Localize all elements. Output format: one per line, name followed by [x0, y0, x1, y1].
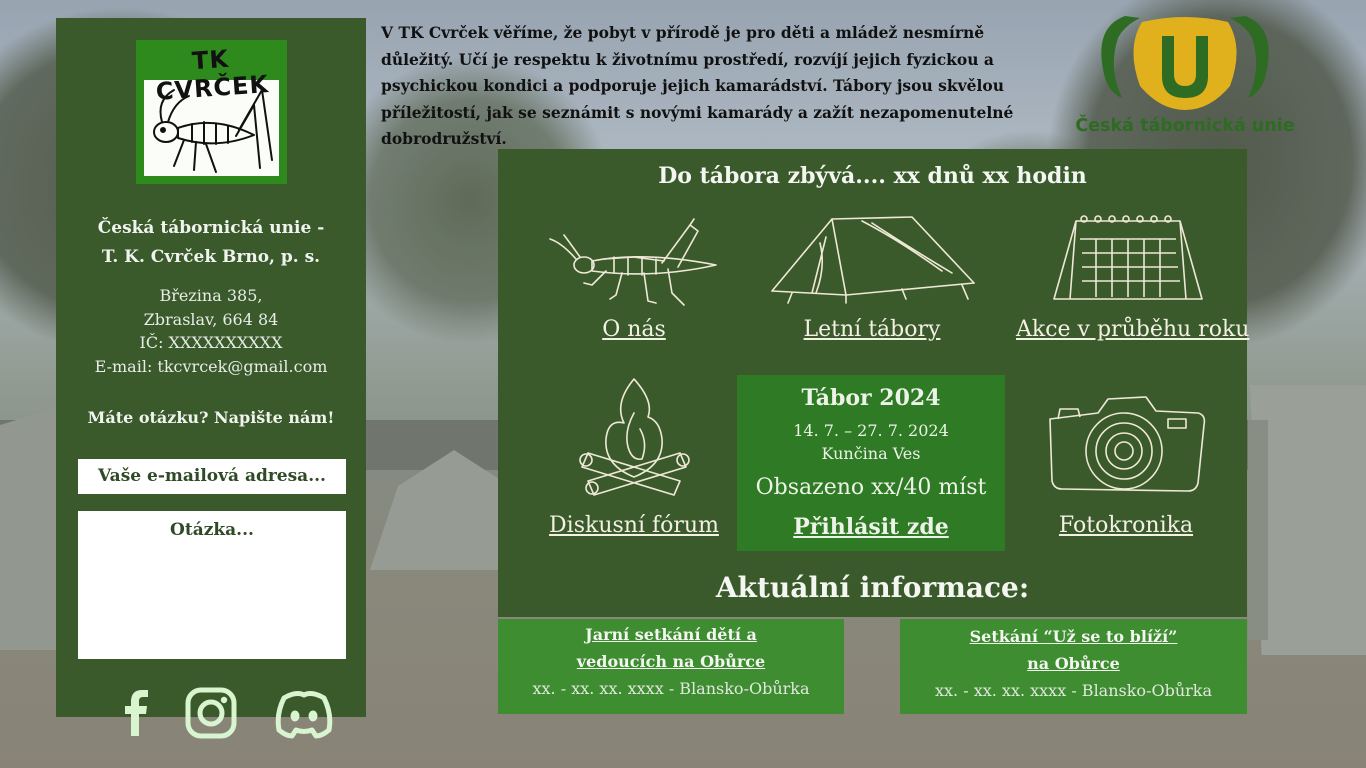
main-panel: Do tábora zbývá.... xx dnů xx hodin O ná…: [498, 149, 1249, 617]
nav-year-events-label[interactable]: Akce v průběhu roku: [1016, 317, 1249, 342]
address-ico: IČ: XXXXXXXXXX: [139, 333, 283, 352]
camp-title: Tábor 2024: [801, 385, 941, 411]
camp-place: Kunčina Ves: [821, 444, 921, 463]
nav-forum[interactable]: Diskusní fórum: [544, 373, 724, 538]
union-emblem-icon: [1101, 16, 1269, 110]
camp-2024-card: Tábor 2024 14. 7. – 27. 7. 2024 Kunčina …: [737, 375, 1005, 551]
instagram-icon[interactable]: [184, 686, 238, 740]
campfire-icon: [579, 378, 690, 496]
news-date-place: xx. - xx. xx. xxxx - Blansko-Obůrka: [532, 679, 810, 698]
address-city: Zbraslav, 664 84: [143, 309, 279, 329]
nav-about-label[interactable]: O nás: [544, 317, 724, 342]
contact-address: Březina 385, Zbraslav, 664 84 IČ: XXXXXX…: [56, 284, 366, 378]
sidebar: TK CVRČEK Česká tábornická unie - T. K. …: [56, 18, 366, 739]
grasshopper-icon: [549, 218, 717, 306]
organization-name: Česká tábornická unie - T. K. Cvrček Brn…: [56, 214, 366, 272]
news-section-title: Aktuální informace:: [715, 571, 1030, 604]
news-date-place: xx. - xx. xx. xxxx - Blansko-Obůrka: [934, 681, 1213, 700]
nav-forum-label[interactable]: Diskusní fórum: [544, 513, 724, 538]
news-card[interactable]: Jarní setkání dětí a vedoucích na Obůrce…: [498, 619, 844, 714]
question-field[interactable]: Otázka...: [78, 511, 346, 659]
nav-summer-camps-label[interactable]: Letní tábory: [762, 317, 982, 342]
news-title-line[interactable]: na Obůrce: [900, 650, 1247, 677]
nav-photo-chronicle[interactable]: Fotokronika: [1028, 389, 1224, 538]
camp-dates: 14. 7. – 27. 7. 2024: [793, 421, 949, 440]
camp-countdown: Do tábora zbývá.... xx dnů xx hodin: [658, 163, 1087, 189]
tk-cvrcek-logo[interactable]: TK CVRČEK: [136, 40, 287, 184]
union-name: Česká tábornická unie: [1075, 116, 1295, 136]
organization-name-line: Česká tábornická unie -: [97, 218, 325, 238]
organization-name-line: T. K. Cvrček Brno, p. s.: [101, 247, 321, 267]
news-title-line[interactable]: Jarní setkání dětí a: [498, 621, 844, 648]
nav-photo-chronicle-label[interactable]: Fotokronika: [1028, 513, 1224, 538]
intro-text: V TK Cvrček věříme, že pobyt v přírodě j…: [381, 23, 1014, 148]
nav-about[interactable]: O nás: [544, 213, 724, 342]
nav-summer-camps[interactable]: Letní tábory: [762, 213, 982, 342]
nav-year-events[interactable]: Akce v průběhu roku: [1016, 213, 1249, 342]
tent-icon: [771, 216, 975, 304]
social-links: [56, 686, 366, 746]
calendar-icon: [1053, 215, 1203, 300]
camp-signup-link[interactable]: Přihlásit zde: [737, 514, 1005, 540]
grasshopper-logo-icon: [153, 89, 273, 173]
address-email: E-mail: tkcvrcek@gmail.com: [94, 356, 328, 376]
news-title-line[interactable]: vedoucích na Obůrce: [498, 648, 844, 675]
camera-icon: [1049, 396, 1206, 492]
question-cta: Máte otázku? Napište nám!: [87, 408, 335, 427]
facebook-icon[interactable]: [120, 686, 154, 740]
union-logo[interactable]: Česká tábornická unie: [1070, 8, 1300, 143]
discord-icon[interactable]: [274, 686, 334, 740]
address-street: Březina 385,: [159, 286, 263, 305]
news-title-line[interactable]: Setkání “Už se to blíží”: [900, 623, 1247, 650]
camp-capacity: Obsazeno xx/40 míst: [755, 475, 987, 500]
email-field[interactable]: Vaše e-mailová adresa...: [78, 459, 346, 494]
news-card[interactable]: Setkání “Už se to blíží” na Obůrce xx. -…: [900, 619, 1247, 714]
